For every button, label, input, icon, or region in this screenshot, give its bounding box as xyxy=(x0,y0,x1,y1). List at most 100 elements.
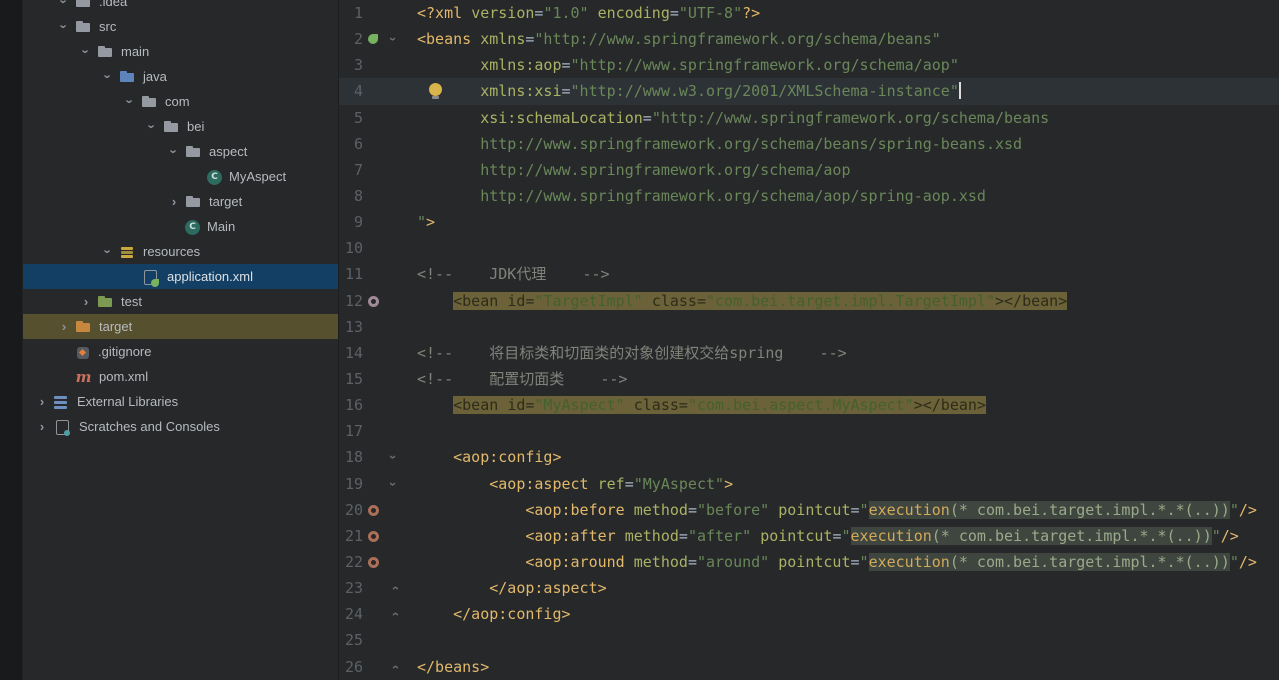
code-line-3[interactable]: 3 xmlns:aop="http://www.springframework.… xyxy=(339,52,1279,78)
tree-item-java[interactable]: › java xyxy=(23,64,338,89)
chevron-down-icon[interactable]: › xyxy=(123,91,138,113)
chevron-down-icon[interactable]: › xyxy=(101,241,116,263)
chevron-right-icon[interactable]: › xyxy=(163,194,185,209)
line-number[interactable]: 25 xyxy=(339,627,363,653)
tree-item-test[interactable]: › test xyxy=(23,289,338,314)
chevron-right-icon[interactable]: › xyxy=(31,419,53,434)
bean-gutter-icon[interactable] xyxy=(368,504,379,516)
bean-gutter-icon[interactable] xyxy=(368,556,379,568)
fold-slot xyxy=(385,549,403,575)
line-number[interactable]: 6 xyxy=(339,131,363,157)
code-line-4[interactable]: 4 xmlns:xsi="http://www.w3.org/2001/XMLS… xyxy=(339,78,1279,105)
code-line-24[interactable]: 24 › </aop:config> xyxy=(339,601,1279,627)
chevron-down-icon[interactable]: › xyxy=(57,16,72,38)
chevron-down-icon[interactable]: › xyxy=(145,116,160,138)
fold-open-icon[interactable]: › xyxy=(381,448,407,466)
code-line-12[interactable]: 12 <bean id="TargetImpl" class="com.bei.… xyxy=(339,288,1279,314)
tree-item-external-libraries[interactable]: › External Libraries xyxy=(23,389,338,414)
folder-blue-icon xyxy=(119,69,136,85)
code-line-26[interactable]: 26 › </beans> xyxy=(339,654,1279,680)
code-line-22[interactable]: 22 <aop:around method="around" pointcut=… xyxy=(339,549,1279,575)
line-number[interactable]: 3 xyxy=(339,52,363,78)
bean-gutter-icon[interactable] xyxy=(368,530,379,542)
line-number[interactable]: 22 xyxy=(339,549,363,575)
chevron-down-icon[interactable]: › xyxy=(101,66,116,88)
code-line-17[interactable]: 17 xyxy=(339,418,1279,444)
code-line-16[interactable]: 16 <bean id="MyAspect" class="com.bei.as… xyxy=(339,392,1279,418)
line-number[interactable]: 17 xyxy=(339,418,363,444)
line-number[interactable]: 11 xyxy=(339,261,363,287)
code-line-23[interactable]: 23 › </aop:aspect> xyxy=(339,575,1279,601)
line-number[interactable]: 19 xyxy=(339,471,363,497)
line-number[interactable]: 5 xyxy=(339,105,363,131)
line-number[interactable]: 1 xyxy=(339,0,363,26)
chevron-right-icon[interactable]: › xyxy=(75,294,97,309)
tree-item-scratches-and-consoles[interactable]: › Scratches and Consoles xyxy=(23,414,338,439)
line-number[interactable]: 16 xyxy=(339,392,363,418)
code-line-18[interactable]: 18 › <aop:config> xyxy=(339,444,1279,470)
line-number[interactable]: 15 xyxy=(339,366,363,392)
line-number[interactable]: 18 xyxy=(339,444,363,470)
tool-window-stripe[interactable] xyxy=(0,0,23,680)
chevron-down-icon[interactable]: › xyxy=(167,141,182,163)
fold-open-icon[interactable]: › xyxy=(381,30,407,48)
line-number[interactable]: 21 xyxy=(339,523,363,549)
line-number[interactable]: 9 xyxy=(339,209,363,235)
code-line-8[interactable]: 8 http://www.springframework.org/schema/… xyxy=(339,183,1279,209)
tree-item-src[interactable]: › src xyxy=(23,14,338,39)
tree-item-resources[interactable]: › resources xyxy=(23,239,338,264)
fold-close-icon[interactable]: › xyxy=(381,658,407,676)
tree-item-pom-xml[interactable]: ›mpom.xml xyxy=(23,364,338,389)
code-line-11[interactable]: 11 <!-- JDK代理 --> xyxy=(339,261,1279,287)
line-number[interactable]: 20 xyxy=(339,497,363,523)
line-number[interactable]: 13 xyxy=(339,314,363,340)
code-line-20[interactable]: 20 <aop:before method="before" pointcut=… xyxy=(339,497,1279,523)
tree-item--idea[interactable]: › .idea xyxy=(23,0,338,14)
line-number[interactable]: 2 xyxy=(339,26,363,52)
code-line-10[interactable]: 10 xyxy=(339,235,1279,261)
tree-item-application-xml[interactable]: ›application.xml xyxy=(23,264,338,289)
line-number[interactable]: 7 xyxy=(339,157,363,183)
line-number[interactable]: 8 xyxy=(339,183,363,209)
code-line-9[interactable]: 9 "> xyxy=(339,209,1279,235)
tree-item-target[interactable]: › target xyxy=(23,314,338,339)
tree-item-label: Scratches and Consoles xyxy=(79,419,220,434)
code-line-7[interactable]: 7 http://www.springframework.org/schema/… xyxy=(339,157,1279,183)
bean-gutter-icon[interactable] xyxy=(368,295,379,307)
tree-item-bei[interactable]: › bei xyxy=(23,114,338,139)
tree-item-aspect[interactable]: › aspect xyxy=(23,139,338,164)
fold-close-icon[interactable]: › xyxy=(381,579,407,597)
line-number[interactable]: 24 xyxy=(339,601,363,627)
chevron-right-icon[interactable]: › xyxy=(31,394,53,409)
line-number[interactable]: 10 xyxy=(339,235,363,261)
line-number[interactable]: 4 xyxy=(339,78,363,104)
code-line-2[interactable]: 2 › <beans xmlns="http://www.springframewo… xyxy=(339,26,1279,52)
code-line-6[interactable]: 6 http://www.springframework.org/schema/… xyxy=(339,131,1279,157)
editor[interactable]: 1 <?xml version="1.0" encoding="UTF-8"?> 2… xyxy=(338,0,1279,680)
tree-item-main[interactable]: ›CMain xyxy=(23,214,338,239)
code-line-21[interactable]: 21 <aop:after method="after" pointcut="e… xyxy=(339,523,1279,549)
code-line-19[interactable]: 19 › <aop:aspect ref="MyAspect"> xyxy=(339,471,1279,497)
fold-open-icon[interactable]: › xyxy=(381,475,407,493)
tree-item-main[interactable]: › main xyxy=(23,39,338,64)
tree-item-target[interactable]: › target xyxy=(23,189,338,214)
code-line-5[interactable]: 5 xsi:schemaLocation="http://www.springf… xyxy=(339,105,1279,131)
spring-gutter-icon[interactable] xyxy=(368,34,378,45)
line-number[interactable]: 23 xyxy=(339,575,363,601)
line-number[interactable]: 12 xyxy=(339,288,363,314)
resources-icon xyxy=(119,244,136,260)
chevron-right-icon[interactable]: › xyxy=(53,319,75,334)
fold-close-icon[interactable]: › xyxy=(381,605,407,623)
line-number[interactable]: 26 xyxy=(339,654,363,680)
code-line-13[interactable]: 13 xyxy=(339,314,1279,340)
chevron-down-icon[interactable]: › xyxy=(79,41,94,63)
tree-item--gitignore[interactable]: ›.gitignore xyxy=(23,339,338,364)
tree-item-myaspect[interactable]: ›CMyAspect xyxy=(23,164,338,189)
chevron-down-icon[interactable]: › xyxy=(57,0,72,13)
code-line-1[interactable]: 1 <?xml version="1.0" encoding="UTF-8"?> xyxy=(339,0,1279,26)
tree-item-com[interactable]: › com xyxy=(23,89,338,114)
code-line-14[interactable]: 14 <!-- 将目标类和切面类的对象创建权交给spring --> xyxy=(339,340,1279,366)
code-line-15[interactable]: 15 <!-- 配置切面类 --> xyxy=(339,366,1279,392)
code-line-25[interactable]: 25 xyxy=(339,627,1279,653)
line-number[interactable]: 14 xyxy=(339,340,363,366)
